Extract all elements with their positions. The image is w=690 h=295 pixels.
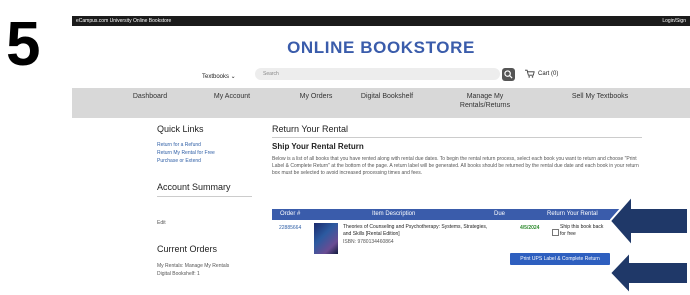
orders-rentals-text: My Rentals: Manage My Rentals <box>157 263 230 269</box>
col-order: Order # <box>280 211 301 217</box>
arrow-pointer-print-button <box>610 252 689 294</box>
return-rental-link[interactable]: Return My Rental for Free <box>157 150 215 156</box>
quick-links-heading: Quick Links <box>157 124 204 134</box>
title-divider <box>272 137 642 138</box>
cart-link[interactable]: Cart (0) <box>525 69 558 78</box>
search-icon <box>504 70 513 79</box>
orders-bookshelf-text: Digital Bookshelf: 1 <box>157 271 200 277</box>
nav-digital-bookshelf[interactable]: Digital Bookshelf <box>347 92 427 101</box>
cart-icon <box>525 69 535 78</box>
col-due: Due <box>494 211 506 217</box>
main-nav: Dashboard My Account My Orders Digital B… <box>72 88 690 118</box>
nav-dashboard[interactable]: Dashboard <box>120 92 180 101</box>
site-name: eCampus.com University Online Bookstore <box>76 18 172 24</box>
page-title: Return Your Rental <box>272 124 349 134</box>
section-subtitle: Ship Your Rental Return <box>272 142 364 151</box>
col-return: Return Your Rental <box>547 211 598 217</box>
search-button[interactable] <box>502 68 515 81</box>
nav-my-orders[interactable]: My Orders <box>286 92 346 101</box>
divider <box>157 196 252 197</box>
instructions-text: Below is a list of all books that you ha… <box>272 156 639 176</box>
step-number: 5 <box>6 10 41 79</box>
order-number-link[interactable]: 22885664 <box>279 225 301 231</box>
search-input[interactable]: Search <box>255 68 500 80</box>
edit-link[interactable]: Edit <box>157 220 166 226</box>
browser-page: eCampus.com University Online Bookstore … <box>72 16 690 295</box>
due-date: 4/5/2024 <box>520 225 540 231</box>
book-cover-image <box>314 223 338 254</box>
book-title: Theories of Counseling and Psychotherapy… <box>343 224 488 237</box>
nav-sell-textbooks[interactable]: Sell My Textbooks <box>560 92 640 101</box>
col-description: Item Description <box>372 211 416 217</box>
bookstore-logo[interactable]: ONLINE BOOKSTORE <box>72 38 690 58</box>
return-checkbox[interactable] <box>552 229 559 236</box>
top-bar: eCampus.com University Online Bookstore … <box>72 16 690 26</box>
book-isbn: ISBN: 9780134460864 <box>343 239 394 245</box>
textbooks-dropdown[interactable]: Textbooks ⌄ <box>202 73 236 80</box>
account-summary-heading: Account Summary <box>157 182 231 192</box>
return-refund-link[interactable]: Return for a Refund <box>157 142 201 148</box>
arrow-pointer-checkbox <box>610 196 689 246</box>
rentals-table-header: Order # Item Description Due Return Your… <box>272 209 642 220</box>
nav-manage-rentals[interactable]: Manage My Rentals/Returns <box>450 92 520 110</box>
purchase-extend-link[interactable]: Purchase or Extend <box>157 158 201 164</box>
cart-label: Cart (0) <box>538 71 559 78</box>
return-label: Ship this book back for free <box>560 224 604 237</box>
nav-my-account[interactable]: My Account <box>202 92 262 101</box>
login-link[interactable]: Login/Sign <box>662 16 686 26</box>
print-label-button[interactable]: Print UPS Label & Complete Return <box>510 253 610 265</box>
current-orders-heading: Current Orders <box>157 244 218 254</box>
